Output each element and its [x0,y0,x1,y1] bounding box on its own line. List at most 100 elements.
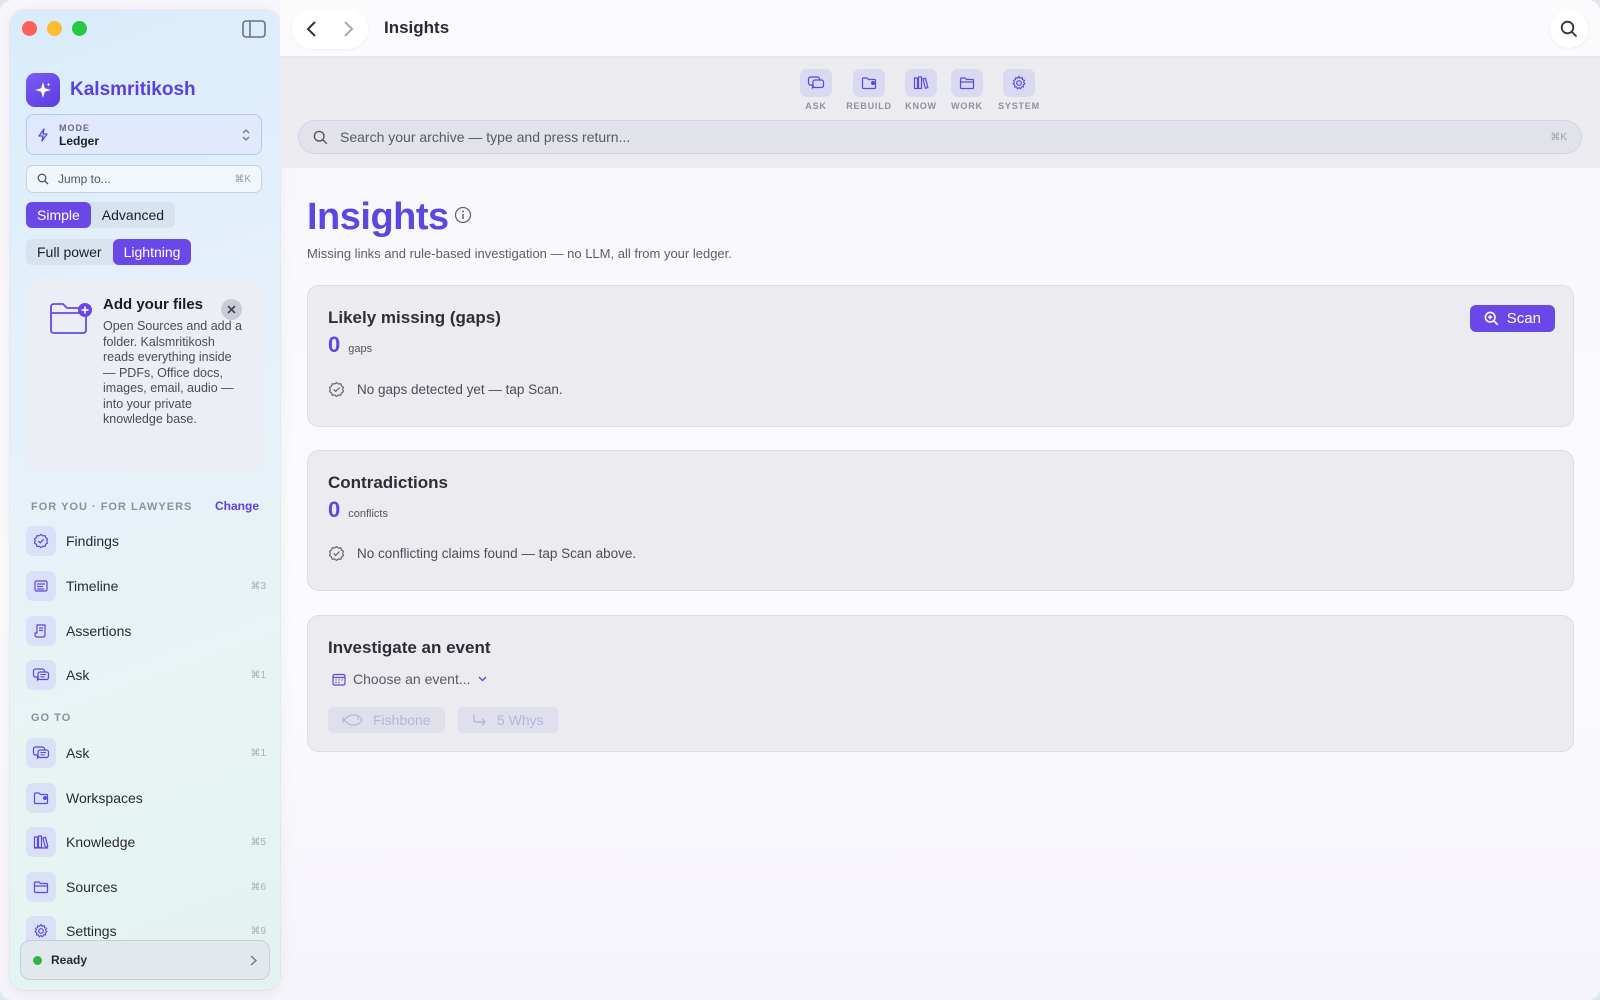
advanced-option[interactable]: Advanced [91,202,175,228]
tool-rebuild[interactable]: REBUILD [844,69,894,111]
change-audience-link[interactable]: Change [215,499,259,513]
brand-name: Kalsmritikosh [70,79,196,100]
status-text: Ready [51,953,88,967]
sidebar-item-shortcut: ⌘6 [250,881,266,893]
jump-to-input[interactable]: Jump to... ⌘K [26,165,262,193]
sidebar-item-knowledge[interactable]: Knowledge ⌘5 [26,826,266,858]
redirect-arrow-icon [473,714,486,725]
page-title: Insights [307,196,449,238]
tool-label: WORK [951,101,983,111]
workspaces-icon [26,783,56,813]
sidebar-item-shortcut: ⌘1 [250,669,266,681]
tool-know[interactable]: KNOW [896,69,946,111]
scan-label: Scan [1506,310,1541,327]
jump-shortcut: ⌘K [234,173,251,185]
sidebar-item-shortcut: ⌘1 [250,747,266,759]
minimize-window-button[interactable] [47,21,62,36]
tool-label: REBUILD [846,101,892,111]
tool-system[interactable]: SYSTEM [994,69,1044,111]
contradictions-panel: Contradictions 0 conflicts No conflictin… [307,450,1574,591]
contradictions-count-unit: conflicts [348,508,388,520]
gaps-title: Likely missing (gaps) [328,308,501,327]
mode-value: Ledger [59,133,100,148]
sidebar-item-sources[interactable]: Sources ⌘6 [26,871,266,903]
power-toggle: Full power Lightning [26,239,192,265]
sidebar-item-ask-goto[interactable]: Ask ⌘1 [26,737,266,769]
add-files-card: Add your files Open Sources and add a fo… [27,278,262,470]
sidebar-item-label: Assertions [66,623,132,639]
toolbar: ASK REBUILD KNOW WORK SYSTEM Search your… [280,57,1600,168]
contradictions-count-value: 0 [328,497,341,522]
sources-icon [26,872,56,902]
investigate-title: Investigate an event [328,638,491,657]
contradictions-title: Contradictions [328,473,448,492]
sidebar-item-assertions[interactable]: Assertions [26,615,266,647]
forward-icon[interactable] [343,20,355,38]
search-icon [313,130,328,144]
sidebar-item-findings[interactable]: Findings [26,525,266,557]
archive-search-input[interactable]: Search your archive — type and press ret… [298,120,1582,154]
sidebar-item-timeline[interactable]: Timeline ⌘3 [26,570,266,602]
five-whys-label: 5 Whys [497,712,544,728]
global-search-button[interactable] [1550,10,1588,48]
tool-work[interactable]: WORK [942,69,992,111]
check-badge-icon [328,381,345,398]
info-icon[interactable] [454,206,472,224]
ask-icon [800,69,832,97]
fishbone-button[interactable]: Fishbone [328,707,445,733]
top-bar: Insights [280,0,1600,57]
fish-icon [342,714,363,726]
close-window-button[interactable] [22,21,37,36]
sidebar-item-label: Settings [66,923,117,939]
level-toggle: Simple Advanced [26,202,176,228]
event-picker-label: Choose an event... [353,671,471,687]
gaps-panel: Likely missing (gaps) 0 gaps Scan No gap… [307,285,1574,427]
mode-selector[interactable]: MODE Ledger [26,114,262,155]
calendar-icon [332,673,346,686]
gaps-count-unit: gaps [348,343,373,355]
go-to-heading: GO TO [31,712,72,724]
sidebar-item-label: Timeline [66,578,119,594]
search-icon [37,173,49,185]
folder-add-icon [50,303,92,334]
tool-label: KNOW [905,101,937,111]
investigate-panel: Investigate an event Choose an event... … [307,615,1574,752]
sidebar-item-label: Workspaces [66,790,143,806]
gaps-empty-state: No gaps detected yet — tap Scan. [328,381,563,398]
zoom-in-icon [1484,311,1499,326]
knowledge-icon [26,827,56,857]
sidebar-item-shortcut: ⌘9 [250,925,266,937]
sidebar-item-shortcut: ⌘3 [250,580,266,592]
window-controls [22,21,87,36]
add-files-body: Open Sources and add a folder. Kalsmriti… [103,319,242,426]
window-title: Insights [384,18,450,37]
dismiss-card-button[interactable] [221,299,242,320]
full-power-option[interactable]: Full power [26,239,113,265]
scan-button[interactable]: Scan [1469,305,1555,332]
sparkle-icon [26,73,60,107]
sidebar-item-ask[interactable]: Ask ⌘1 [26,659,266,691]
tool-ask[interactable]: ASK [791,69,841,111]
simple-option[interactable]: Simple [26,202,91,228]
search-icon [1560,20,1578,38]
sidebar-item-shortcut: ⌘5 [250,836,266,848]
sidebar-toggle-icon[interactable] [242,20,266,38]
event-picker[interactable]: Choose an event... [332,671,487,687]
status-bar[interactable]: Ready [20,940,270,980]
ask-icon [26,660,56,690]
app-window: Kalsmritikosh MODE Ledger Jump to... ⌘K … [0,0,1600,1000]
sidebar-item-label: Knowledge [66,834,136,850]
chevron-down-icon [478,676,487,682]
contradictions-message: No conflicting claims found — tap Scan a… [357,546,637,561]
tool-label: ASK [805,101,827,111]
lightning-icon [38,127,48,142]
back-icon[interactable] [305,20,317,38]
page-subtitle: Missing links and rule-based investigati… [307,246,732,261]
sidebar-item-workspaces[interactable]: Workspaces [26,782,266,814]
lightning-option[interactable]: Lightning [112,239,192,265]
contradictions-empty-state: No conflicting claims found — tap Scan a… [328,545,636,562]
sidebar-item-label: Ask [66,667,90,683]
check-badge-icon [328,545,345,562]
zoom-window-button[interactable] [72,21,87,36]
five-whys-button[interactable]: 5 Whys [458,707,558,733]
